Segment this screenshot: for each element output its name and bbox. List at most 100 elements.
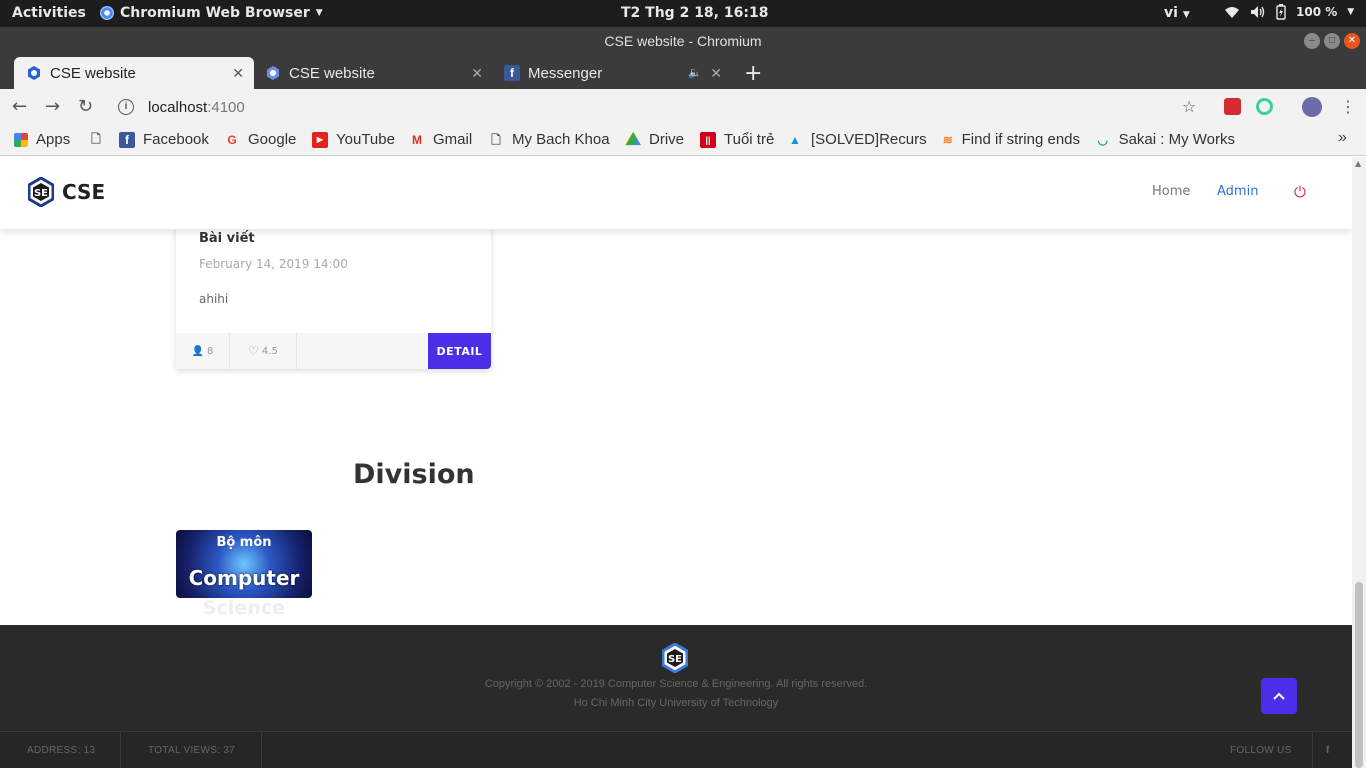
bookmark-apps[interactable]: Apps [14, 131, 70, 148]
scroll-to-top-button[interactable] [1261, 678, 1297, 714]
rating-value: 4.5 [261, 345, 278, 357]
division-item-computer-science[interactable]: Bộ môn Computer Science [176, 530, 312, 619]
wifi-icon [1225, 7, 1239, 18]
bookmark-find-string[interactable]: ≋ Find if string ends [942, 131, 1080, 148]
apps-grid-icon [14, 132, 28, 147]
facebook-icon[interactable]: f [1326, 732, 1330, 768]
tuoitre-icon: || [700, 131, 716, 148]
bookmark-youtube[interactable]: ▶ YouTube [312, 131, 395, 148]
bookmark-sakai[interactable]: ◡ Sakai : My Works [1095, 131, 1235, 148]
scrollbar-thumb[interactable] [1355, 582, 1363, 768]
minimize-button[interactable]: – [1304, 33, 1320, 49]
menu-icon[interactable]: ⋮ [1340, 97, 1356, 116]
bookmark-star-icon[interactable]: ☆ [1182, 97, 1196, 116]
close-tab-icon[interactable]: ✕ [710, 65, 722, 82]
cse-logo-icon: SE [662, 643, 688, 673]
avatar[interactable] [1302, 97, 1322, 117]
facebook-icon: f [504, 65, 520, 81]
tab-cse-website-1[interactable]: CSE website ✕ [14, 57, 254, 89]
language-indicator[interactable]: vi ▼ [1164, 5, 1190, 21]
forward-button[interactable]: → [45, 96, 60, 117]
tab-messenger[interactable]: f Messenger 🔈 ✕ [492, 57, 732, 89]
site-logo[interactable]: SE CSE [28, 177, 105, 207]
tab-label: CSE website [289, 64, 375, 82]
cse-logo-icon: SE [28, 177, 54, 207]
language-label: vi [1164, 5, 1178, 21]
volume-icon [1251, 6, 1265, 18]
svg-text:SE: SE [34, 188, 48, 199]
bookmark-facebook[interactable]: 🗋 [89, 131, 111, 147]
brand-name: CSE [62, 180, 106, 204]
maximize-button[interactable]: □ [1324, 33, 1340, 49]
gmail-icon: M [412, 132, 422, 147]
google-icon: G [227, 132, 237, 147]
views-count: 👤 8 [176, 333, 230, 369]
clock[interactable]: T2 Thg 2 18, 16:18 [621, 5, 768, 21]
bookmark-label: Facebook [143, 131, 209, 148]
app-menu-label: Chromium Web Browser [120, 5, 310, 21]
views-value: 8 [207, 345, 214, 357]
division-line-1: Bộ môn [216, 535, 272, 550]
stackoverflow-icon: ≋ [942, 132, 953, 147]
extension-2-icon[interactable] [1256, 98, 1273, 115]
reload-button[interactable]: ↻ [78, 96, 93, 117]
tab-cse-website-2[interactable]: CSE website ✕ [253, 57, 493, 89]
bookmarks-bar: Apps 🗋 f Facebook G Google ▶ YouTube M G… [0, 125, 1366, 156]
page-icon: 🗋 [91, 132, 101, 146]
audio-playing-icon[interactable]: 🔈 [688, 66, 702, 79]
scroll-up-icon[interactable]: ▲ [1355, 159, 1361, 168]
rating: ♡ 4.5 [230, 333, 297, 369]
post-date: February 14, 2019 14:00 [199, 257, 348, 271]
url-host: localhost [148, 98, 208, 116]
svg-text:SE: SE [668, 654, 682, 665]
bookmark-drive[interactable]: Drive [625, 131, 684, 148]
close-tab-icon[interactable]: ✕ [232, 65, 244, 82]
arch-icon: ▲ [789, 132, 801, 147]
system-top-bar: Activities Chromium Web Browser ▼ T2 Thg… [0, 0, 1366, 27]
bookmark-my-bach-khoa[interactable]: 🗋 My Bach Khoa [488, 131, 610, 148]
bookmark-label: Drive [649, 131, 685, 148]
bookmark-label: My Bach Khoa [512, 131, 610, 148]
bookmark-tuoi-tre[interactable]: || Tuổi trẻ [700, 131, 774, 148]
nav-admin-link[interactable]: Admin [1217, 184, 1258, 199]
post-title[interactable]: Bài viết [199, 231, 255, 246]
status-menu[interactable]: 100 % ▼ [1224, 4, 1354, 20]
facebook-icon: f [119, 131, 135, 148]
activities-button[interactable]: Activities [12, 5, 86, 21]
info-icon[interactable]: i [118, 99, 134, 115]
detail-button[interactable]: DETAIL [428, 333, 491, 369]
footer-bottom-bar: ADDRESS: 13 TOTAL VIEWS: 37 FOLLOW US f [0, 731, 1352, 768]
chromium-icon [100, 6, 114, 20]
page-viewport: SE CSE Home Admin ⏻ Bài viết February 14… [0, 157, 1352, 768]
url-port: :4100 [207, 98, 245, 116]
sakai-icon: ◡ [1097, 132, 1109, 147]
app-menu[interactable]: Chromium Web Browser ▼ [100, 5, 323, 21]
chevron-down-icon: ▼ [1182, 10, 1190, 20]
address-bar[interactable]: i localhost:4100 [112, 93, 1212, 121]
user-icon: 👤 [191, 345, 205, 357]
window-title: CSE website - Chromium [604, 33, 762, 49]
post-card-footer: 👤 8 ♡ 4.5 DETAIL [176, 333, 491, 369]
bookmark-facebook-link[interactable]: f Facebook [119, 131, 209, 148]
nav-home-link[interactable]: Home [1152, 184, 1190, 199]
chevron-down-icon: ▼ [315, 8, 323, 18]
university-name: Ho Chi Minh City University of Technolog… [573, 697, 779, 709]
more-bookmarks-icon[interactable]: » [1338, 129, 1347, 147]
power-icon[interactable]: ⏻ [1294, 183, 1306, 201]
total-views: TOTAL VIEWS: 37 [148, 745, 236, 756]
division-line-2: Computer [188, 566, 300, 590]
extension-icon[interactable] [1224, 98, 1241, 115]
follow-us-label: FOLLOW US [1230, 745, 1292, 756]
close-tab-icon[interactable]: ✕ [471, 65, 483, 82]
post-excerpt: ahihi [199, 292, 229, 306]
cse-favicon-icon [267, 66, 279, 80]
bookmark-label: Sakai : My Works [1118, 131, 1235, 148]
bookmark-solved-recurs[interactable]: ▲ [SOLVED]Recurs [787, 131, 927, 148]
bookmark-gmail[interactable]: M Gmail [409, 131, 472, 148]
back-button[interactable]: ← [12, 96, 27, 117]
page-scrollbar[interactable]: ▲ [1352, 157, 1366, 768]
bookmark-google[interactable]: G Google [224, 131, 296, 148]
close-window-button[interactable]: ✕ [1344, 33, 1360, 49]
new-tab-button[interactable]: + [744, 61, 762, 86]
chevron-down-icon: ▼ [1347, 7, 1355, 17]
